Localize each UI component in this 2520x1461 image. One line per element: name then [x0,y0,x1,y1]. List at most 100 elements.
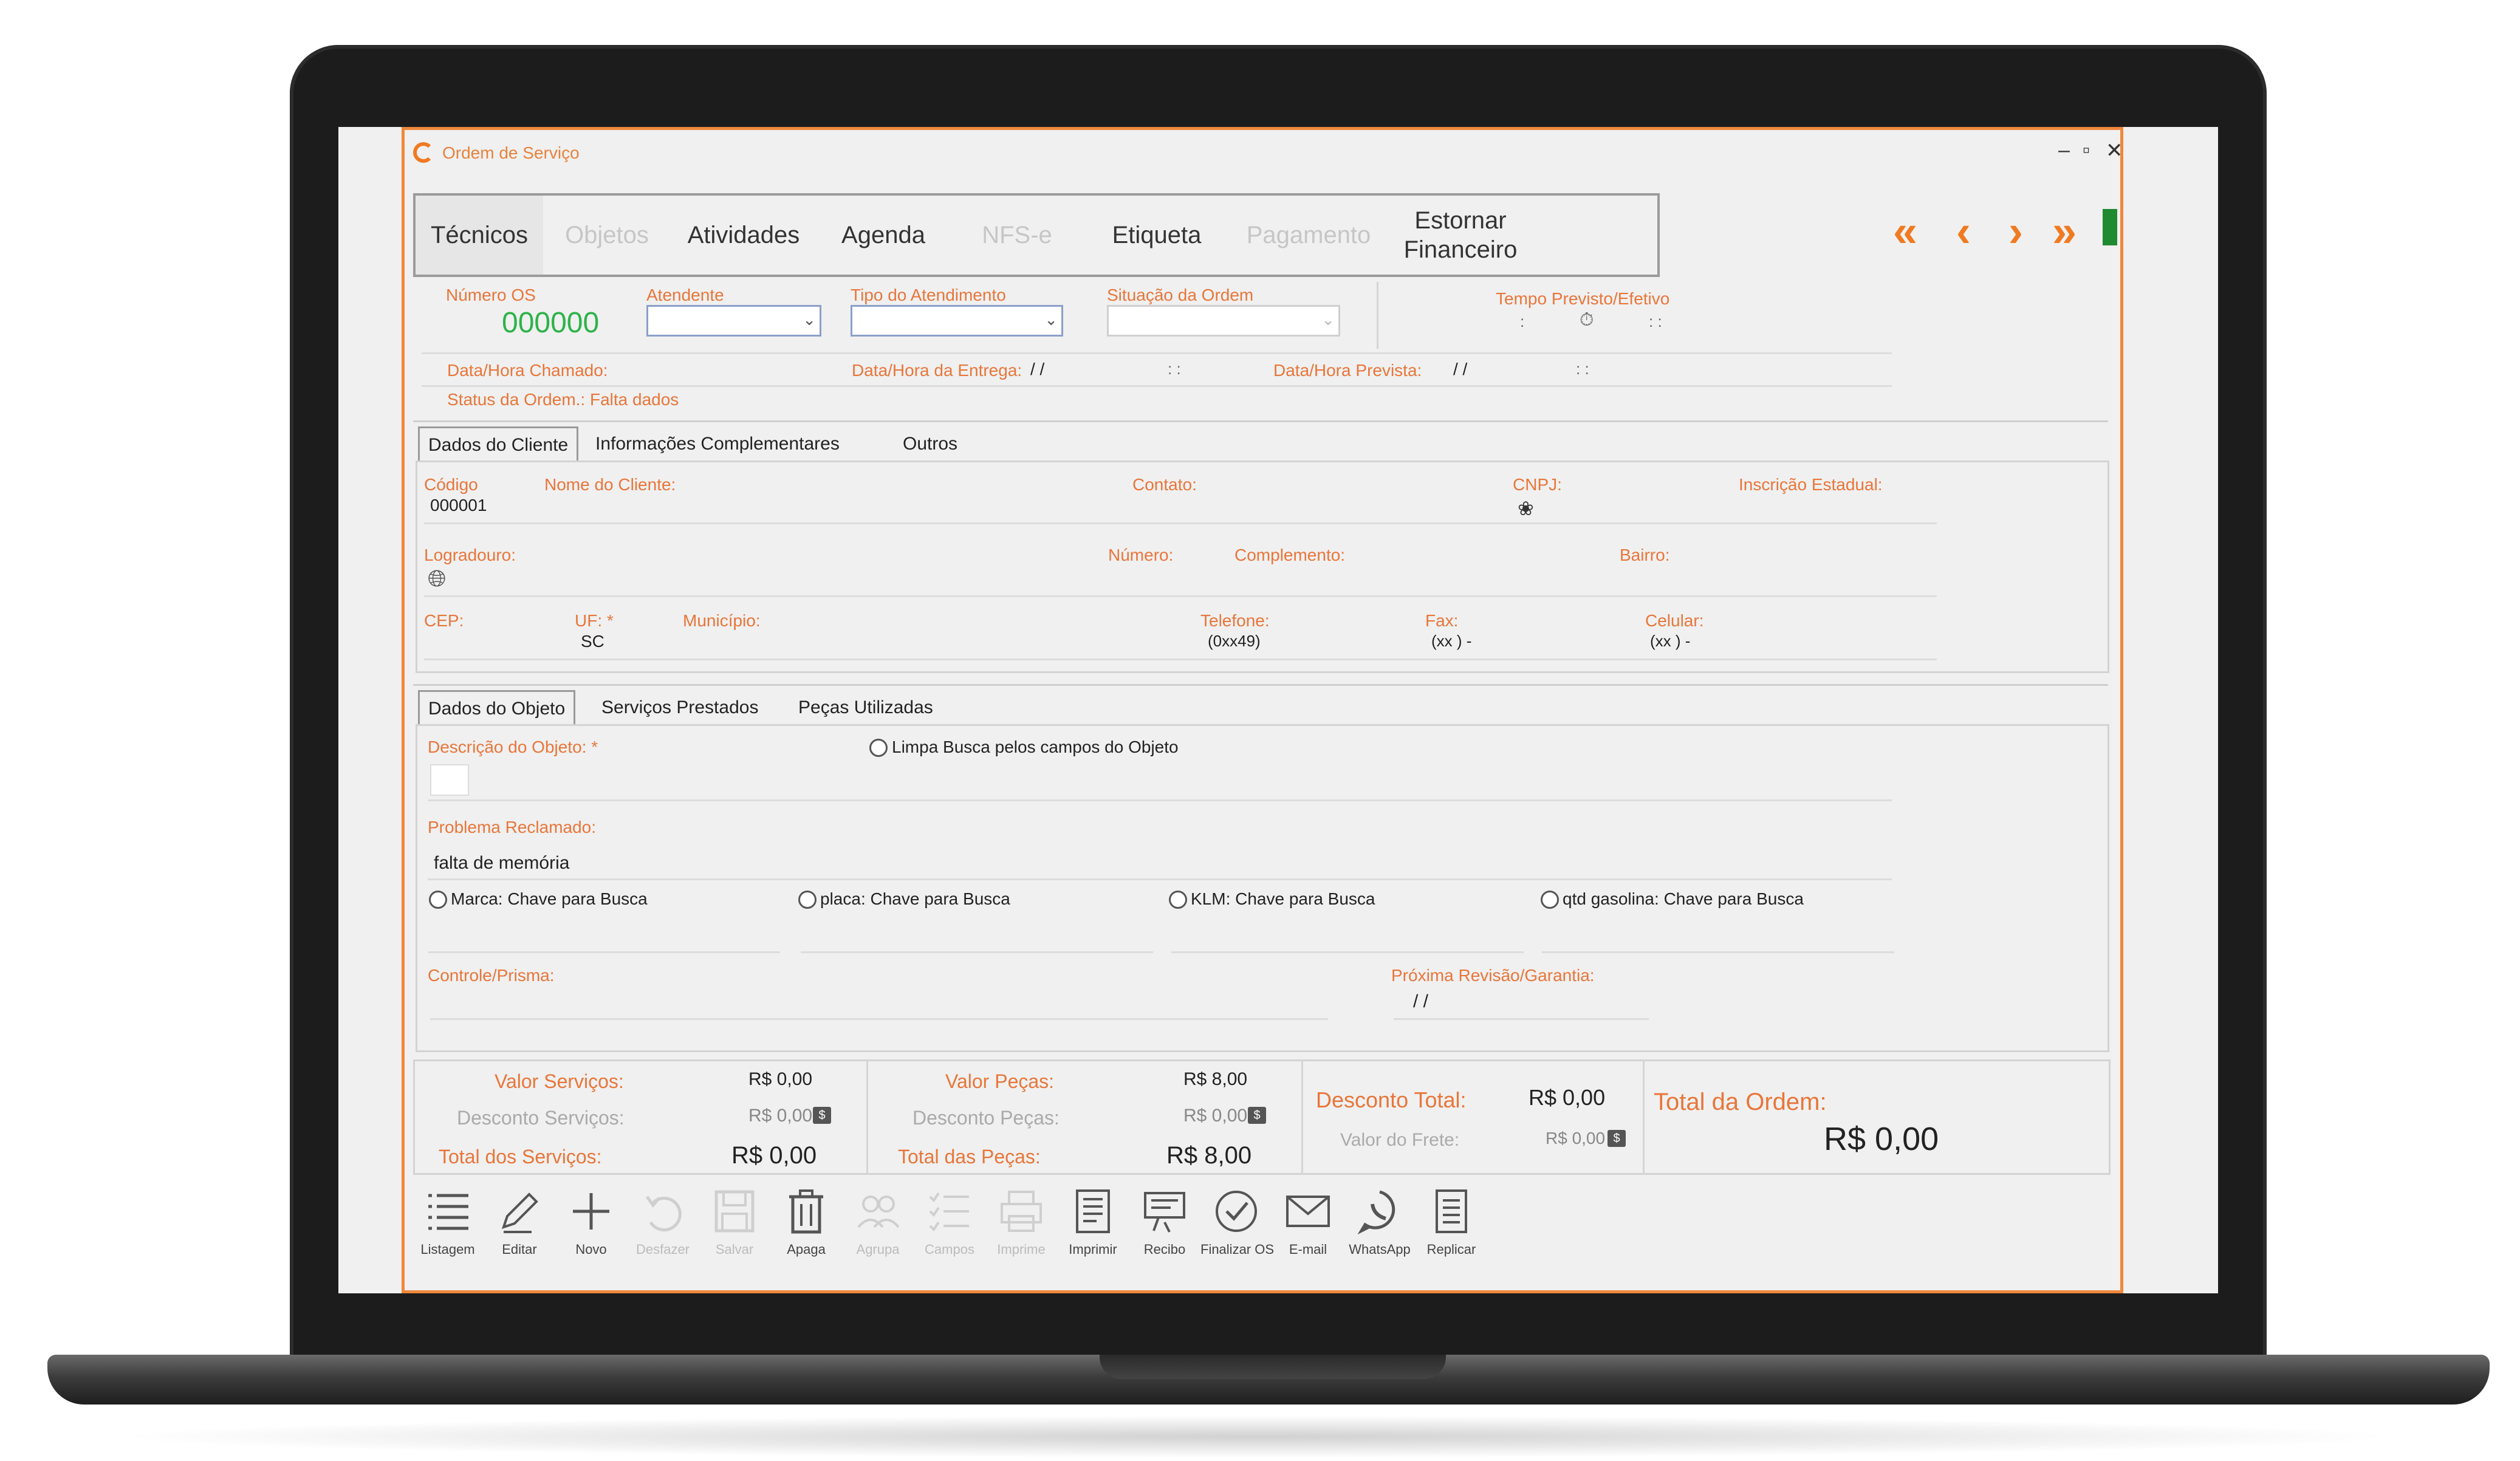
object-row-line [428,799,1892,801]
proxima-revisao-label: Próxima Revisão/Garantia: [1391,966,1595,985]
tab-dados-objeto[interactable]: Dados do Objeto [418,690,576,725]
whatsapp-button[interactable]: WhatsApp [1344,1181,1416,1257]
tab-estornar-financeiro[interactable]: Estornar Financeiro [1388,196,1533,275]
timer-icon: ⏱ [1580,310,1594,330]
situacao-select[interactable]: ⌄ [1107,305,1340,337]
tipo-atendimento-select[interactable]: ⌄ [851,305,1063,337]
agrupa-label: Agrupa [856,1242,900,1257]
editar-button[interactable]: Editar [484,1181,555,1257]
atendente-label: Atendente [646,286,724,304]
descricao-objeto-input[interactable] [430,764,469,796]
group-icon [857,1196,900,1228]
novo-button[interactable]: Novo [555,1181,627,1257]
tab-pecas-utilizadas[interactable]: Peças Utilizadas [790,690,942,725]
prev-record-icon[interactable]: ‹ [1956,207,1971,256]
tab-dados-cliente[interactable]: Dados do Cliente [418,426,579,462]
total-pecas-value: R$ 8,00 [1166,1142,1252,1169]
editar-label: Editar [502,1242,537,1257]
total-servicos-label: Total dos Serviços: [439,1146,602,1168]
complemento-label: Complemento: [1234,546,1346,564]
salvar-button[interactable]: Salvar [699,1181,770,1257]
imprimir-label: Imprimir [1069,1242,1117,1257]
telefone-value[interactable]: (0xx49) [1208,632,1261,651]
tab-outros[interactable]: Outros [894,426,966,462]
next-record-icon[interactable]: › [2008,207,2023,256]
cep-label: CEP: [424,611,464,630]
save-icon [714,1190,755,1233]
klm-radio[interactable] [1169,891,1187,909]
desconto-total-label: Desconto Total: [1316,1087,1467,1112]
last-record-icon[interactable]: » [2052,207,2077,256]
limpa-busca-radio[interactable] [869,739,888,757]
recibo-button[interactable]: Recibo [1129,1181,1200,1257]
tab-nfse[interactable]: NFS-e [950,196,1084,275]
placa-label: placa: Chave para Busca [820,889,1010,908]
chevron-down-icon: ⌄ [1321,310,1335,329]
tempo-efetivo-value: : : [1649,312,1662,330]
tab-objetos[interactable]: Objetos [543,196,671,275]
client-row-line [424,522,1937,524]
maximize-button[interactable]: ▫ [2083,139,2090,162]
tab-pagamento[interactable]: Pagamento [1230,196,1388,275]
uf-value[interactable]: SC [581,632,604,651]
tab-etiqueta[interactable]: Etiqueta [1084,196,1230,275]
fax-value[interactable]: (xx ) - [1431,632,1471,651]
recibo-label: Recibo [1143,1242,1186,1257]
atendente-select[interactable]: ⌄ [646,305,821,337]
data-prevista-time: : : [1576,360,1589,378]
first-record-icon[interactable]: « [1893,207,1917,256]
marca-radio[interactable] [429,891,447,909]
contato-label: Contato: [1132,475,1197,494]
proxima-revisao-value[interactable]: / / [1413,991,1428,1012]
client-row-line [424,659,1937,660]
controle-prisma-input[interactable] [430,1018,1328,1020]
data-prevista-value: / / [1453,360,1468,378]
discount-coin-icon[interactable]: $ [1248,1107,1266,1124]
tab-servicos-prestados[interactable]: Serviços Prestados [593,690,767,725]
replicar-button[interactable]: Replicar [1416,1181,1487,1257]
finalizar-os-label: Finalizar OS [1200,1242,1275,1257]
total-ordem-value: R$ 0,00 [1824,1121,1939,1157]
globe-icon[interactable]: 🌐︎ [428,566,446,592]
imprimir-button[interactable]: Imprimir [1057,1181,1129,1257]
codigo-value[interactable]: 000001 [430,496,487,515]
tab-atividades[interactable]: Atividades [671,196,817,275]
tab-agenda[interactable]: Agenda [817,196,950,275]
imprime-button[interactable]: Imprime [985,1181,1057,1257]
discount-coin-icon[interactable]: $ [813,1107,831,1124]
email-button[interactable]: E-mail [1272,1181,1344,1257]
desfazer-button[interactable]: Desfazer [627,1181,699,1257]
paw-search-icon[interactable]: ❀ [1518,497,1534,520]
object-tabs-line [413,684,2108,686]
qtd-gasolina-radio[interactable] [1541,891,1559,909]
frete-coin-icon[interactable]: $ [1608,1130,1626,1147]
salvar-label: Salvar [715,1242,754,1257]
totals-divider [866,1059,868,1175]
tab-tecnicos[interactable]: Técnicos [416,196,543,275]
desconto-pecas-value: R$ 0,00 [1183,1106,1248,1126]
tab-informacoes-complementares[interactable]: Informações Complementares [587,426,848,462]
klm-input[interactable] [1171,951,1524,953]
telefone-label: Telefone: [1200,611,1270,630]
campos-button[interactable]: Campos [914,1181,985,1257]
finalizar-os-button[interactable]: Finalizar OS [1200,1181,1275,1257]
marca-input[interactable] [428,951,780,953]
situacao-label: Situação da Ordem [1107,286,1254,304]
status-ordem-label: Status da Ordem.: Falta dados [447,390,679,409]
agrupa-button[interactable]: Agrupa [842,1181,914,1257]
listagem-button[interactable]: Listagem [412,1181,484,1257]
problema-reclamado-value[interactable]: falta de memória [434,853,569,874]
qtd-gasolina-label: qtd gasolina: Chave para Busca [1563,889,1804,908]
close-button[interactable]: ✕ [2106,139,2123,163]
document-icon [1076,1189,1110,1233]
apaga-button[interactable]: Apaga [770,1181,842,1257]
placa-radio[interactable] [798,891,817,909]
minimize-button[interactable]: – [2058,139,2070,162]
valor-servicos-label: Valor Serviços: [495,1070,624,1092]
celular-value[interactable]: (xx ) - [1650,632,1690,651]
placa-input[interactable] [801,951,1153,953]
marca-label: Marca: Chave para Busca [451,889,648,908]
qtd-gasolina-input[interactable] [1542,951,1894,953]
record-status-indicator [2103,209,2117,245]
totals-divider [1643,1059,1645,1175]
